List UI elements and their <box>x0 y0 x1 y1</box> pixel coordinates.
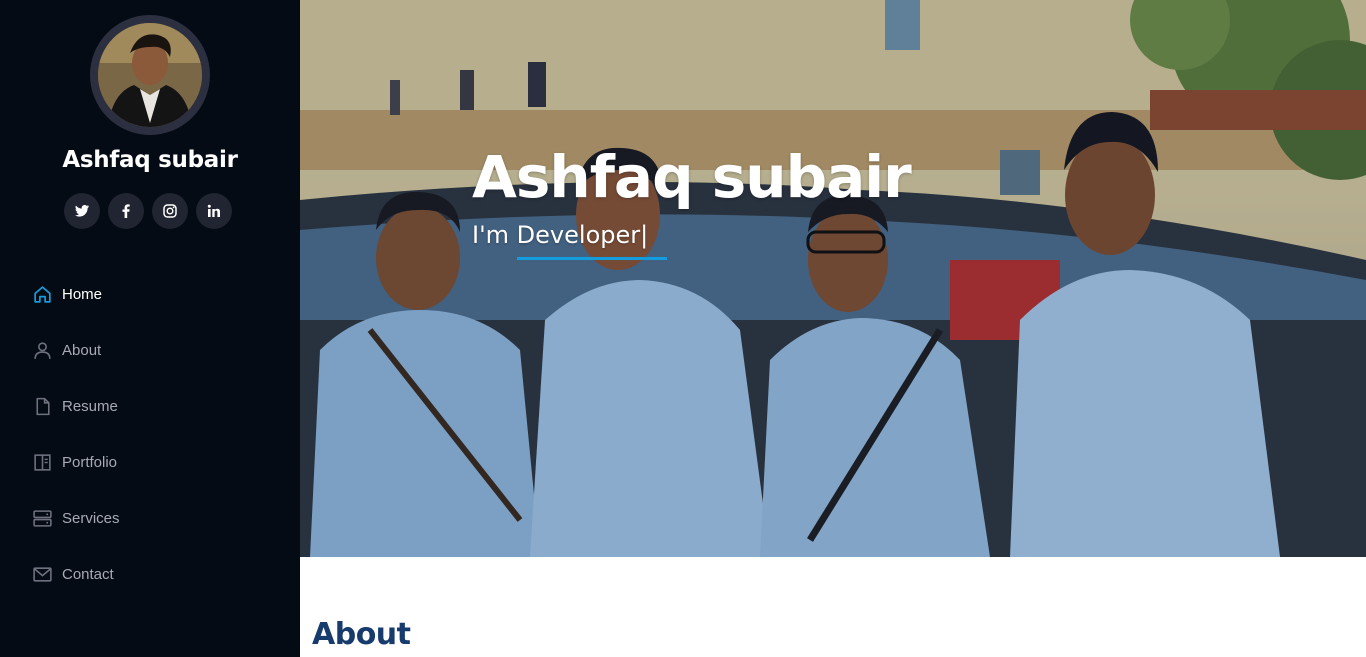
avatar <box>90 15 210 135</box>
nav-label-portfolio: Portfolio <box>62 453 118 471</box>
nav-item-resume[interactable]: Resume <box>0 378 300 434</box>
twitter-link[interactable] <box>64 193 100 229</box>
about-section-title: About <box>312 617 411 652</box>
nav-item-contact[interactable]: Contact <box>0 546 300 602</box>
home-icon <box>31 283 53 305</box>
social-links <box>64 193 232 229</box>
sidebar: Ashfaq subair Home About Resume Portfoli… <box>0 0 300 657</box>
file-icon <box>31 395 53 417</box>
nav-item-about[interactable]: About <box>0 322 300 378</box>
profile-name: Ashfaq subair <box>62 147 238 173</box>
facebook-link[interactable] <box>108 193 144 229</box>
hero-section: Ashfaq subair I'm Developer| <box>300 0 1366 557</box>
nav-label-home: Home <box>62 285 103 303</box>
instagram-icon <box>163 204 177 218</box>
person-icon <box>31 339 53 361</box>
facebook-icon <box>122 204 130 218</box>
typed-text: I'm Developer| <box>472 221 649 249</box>
nav-item-services[interactable]: Services <box>0 490 300 546</box>
nav-menu: Home About Resume Portfolio Services Con… <box>0 266 300 602</box>
nav-label-contact: Contact <box>62 565 114 583</box>
nav-label-services: Services <box>62 509 120 527</box>
twitter-icon <box>75 205 89 217</box>
instagram-link[interactable] <box>152 193 188 229</box>
nav-item-home[interactable]: Home <box>0 266 300 322</box>
nav-label-resume: Resume <box>62 397 118 415</box>
hero-background-photo <box>300 0 1366 557</box>
profile-photo <box>98 23 202 127</box>
linkedin-icon <box>207 204 220 217</box>
server-icon <box>31 507 53 529</box>
nav-label-about: About <box>62 341 102 359</box>
hero-subtitle: I'm Developer| <box>472 221 667 260</box>
typed-underline <box>517 257 667 260</box>
nav-item-portfolio[interactable]: Portfolio <box>0 434 300 490</box>
envelope-icon <box>31 563 53 585</box>
hero-title: Ashfaq subair <box>472 143 912 211</box>
linkedin-link[interactable] <box>196 193 232 229</box>
portfolio-icon <box>31 451 53 473</box>
